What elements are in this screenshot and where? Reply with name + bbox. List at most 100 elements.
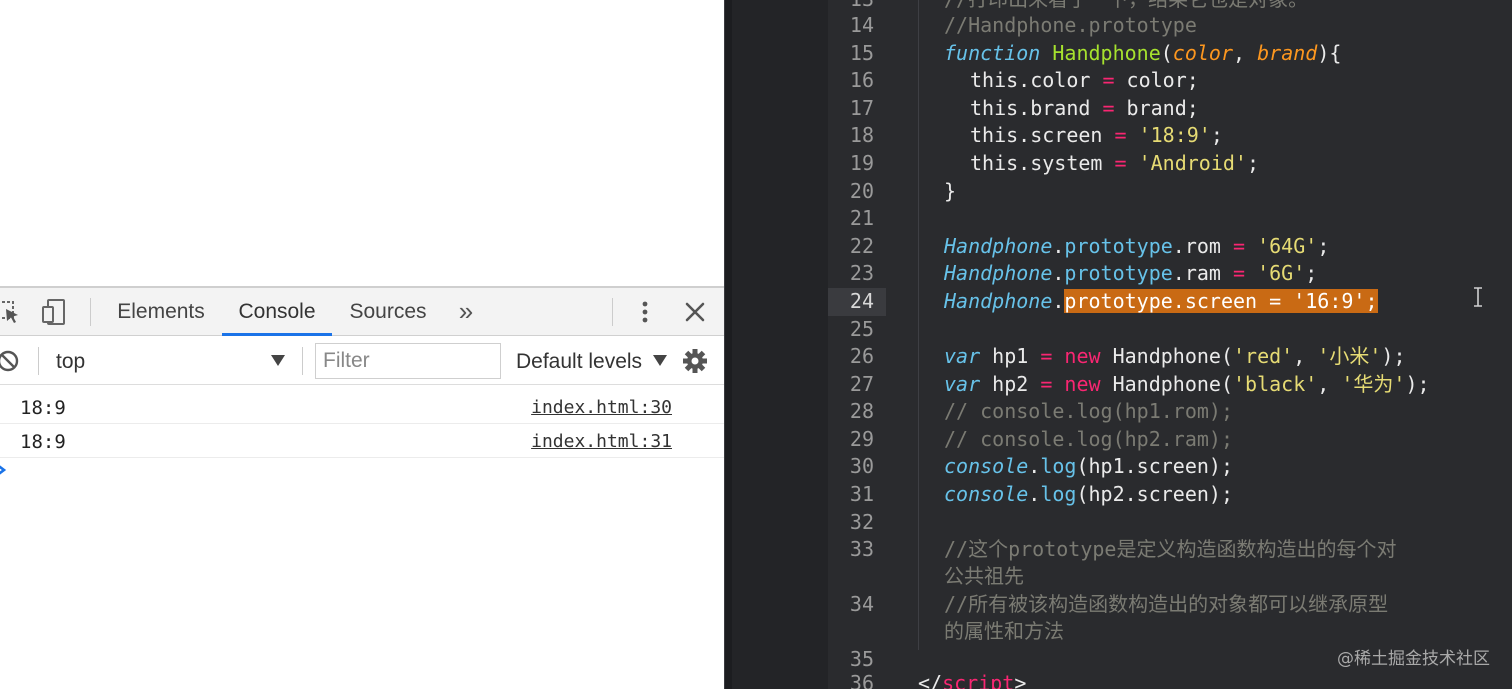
code-selection[interactable]: prototype.screen = '16:9'; bbox=[1064, 289, 1378, 313]
tab-elements[interactable]: Elements bbox=[106, 288, 216, 336]
line-number: 29 bbox=[849, 427, 874, 451]
code-line: this.color = color; bbox=[970, 67, 1199, 94]
clear-console-icon[interactable] bbox=[0, 347, 22, 375]
filter-input[interactable] bbox=[315, 343, 501, 379]
code-punct: } bbox=[944, 179, 957, 203]
code-punct: . bbox=[1028, 454, 1041, 478]
code-keyword-new: new bbox=[1064, 372, 1101, 396]
code-line: } bbox=[944, 178, 956, 205]
code-object: console bbox=[944, 482, 1029, 506]
devtools-panel: Elements Console Sources » top Filter De… bbox=[0, 286, 724, 689]
console-source-link[interactable]: index.html:31 bbox=[531, 424, 672, 460]
code-line: var hp2 = new Handphone('black', '华为'); bbox=[944, 371, 1430, 398]
kebab-menu-icon[interactable] bbox=[634, 298, 656, 326]
line-number: 25 bbox=[849, 317, 874, 341]
line-number: 26 bbox=[849, 344, 874, 368]
code-text: hp2 bbox=[980, 372, 1029, 396]
console-message-text: 18:9 bbox=[20, 397, 66, 419]
code-keyword-new: new bbox=[1064, 344, 1101, 368]
code-punct: </ bbox=[918, 671, 943, 689]
code-line-wrap: 的属性和方法 bbox=[944, 618, 1064, 645]
code-punct: ; bbox=[1210, 123, 1223, 147]
watermark: @稀土掘金技术社区 bbox=[1337, 649, 1490, 669]
code-comment: //Handphone.prototype bbox=[944, 13, 1197, 37]
code-operator: = bbox=[1028, 344, 1065, 368]
code-line: this.screen = '18:9'; bbox=[970, 122, 1223, 149]
code-string: '华为' bbox=[1341, 372, 1406, 396]
code-text: .rom bbox=[1172, 234, 1221, 258]
more-tabs-button[interactable]: » bbox=[450, 288, 482, 336]
tab-console[interactable]: Console bbox=[222, 288, 332, 336]
inspect-element-icon[interactable] bbox=[0, 298, 22, 326]
close-icon[interactable] bbox=[682, 298, 708, 326]
console-prompt-chevron-icon[interactable] bbox=[0, 462, 8, 478]
tab-sources[interactable]: Sources bbox=[336, 288, 440, 336]
code-text: color; bbox=[1126, 68, 1199, 92]
code-line: </script> bbox=[918, 670, 1026, 689]
code-line: console.log(hp2.screen); bbox=[944, 481, 1233, 508]
line-number: 35 bbox=[849, 647, 874, 671]
code-punct: , bbox=[1317, 372, 1342, 396]
code-operator: = bbox=[1220, 234, 1258, 258]
console-source-link[interactable]: index.html:30 bbox=[531, 390, 672, 426]
code-text: (hp2.screen); bbox=[1076, 482, 1234, 506]
code-operator: = bbox=[1220, 261, 1258, 285]
code-line: // console.log(hp1.rom); bbox=[944, 398, 1233, 425]
toolbar-separator bbox=[612, 298, 613, 326]
code-object: Handphone bbox=[944, 261, 1053, 285]
console-message-row: 18:9 index.html:31 bbox=[0, 424, 724, 458]
code-string: 'Android' bbox=[1138, 151, 1247, 175]
code-operator: = bbox=[1090, 68, 1127, 92]
console-message-text: 18:9 bbox=[20, 431, 66, 453]
code-method: log bbox=[1040, 482, 1077, 506]
code-line: //这个prototype是定义构造函数构造出的每个对 bbox=[944, 536, 1396, 563]
browser-pane: Elements Console Sources » top Filter De… bbox=[0, 0, 724, 689]
console-output: 18:9 index.html:30 18:9 index.html:31 bbox=[0, 386, 724, 689]
code-comment: //打印出来看了一下，结果它也是对象。 bbox=[944, 0, 1308, 11]
chevron-down-icon[interactable] bbox=[268, 350, 288, 370]
code-property: prototype bbox=[1064, 234, 1173, 258]
code-string: '6G' bbox=[1257, 261, 1306, 285]
code-comment: 的属性和方法 bbox=[944, 619, 1064, 643]
context-selector[interactable]: top bbox=[56, 337, 85, 385]
code-object: Handphone bbox=[944, 289, 1053, 313]
code-line: //所有被该构造函数构造出的对象都可以继承原型 bbox=[944, 591, 1388, 618]
code-comment: // console.log(hp2.ram); bbox=[944, 427, 1233, 451]
pane-divider[interactable] bbox=[724, 0, 732, 689]
code-punct: ; bbox=[1305, 261, 1318, 285]
line-number: 28 bbox=[849, 399, 874, 423]
text-cursor-icon bbox=[1470, 286, 1486, 308]
indent-guide bbox=[918, 0, 919, 650]
page-viewport[interactable] bbox=[0, 0, 724, 286]
code-object: console bbox=[944, 454, 1029, 478]
log-levels-dropdown[interactable]: Default levels bbox=[516, 337, 642, 385]
code-text: this.system bbox=[970, 151, 1103, 175]
code-comment: //所有被该构造函数构造出的对象都可以继承原型 bbox=[944, 592, 1389, 616]
code-punct: . bbox=[1052, 289, 1065, 313]
code-line: var hp1 = new Handphone('red', '小米'); bbox=[944, 343, 1406, 370]
gear-icon[interactable] bbox=[682, 347, 708, 375]
device-toolbar-icon[interactable] bbox=[42, 298, 68, 326]
code-operator: = bbox=[1102, 123, 1139, 147]
chevron-down-icon[interactable] bbox=[650, 350, 670, 370]
code-text: .ram bbox=[1172, 261, 1221, 285]
code-string: '64G' bbox=[1257, 234, 1318, 258]
code-punct: ; bbox=[1317, 234, 1330, 258]
code-line-active: Handphone.prototype.screen = '16:9'; bbox=[944, 288, 1378, 315]
line-number: 32 bbox=[849, 510, 874, 534]
line-number: 27 bbox=[849, 372, 874, 396]
line-number-active: 24 bbox=[849, 289, 874, 313]
code-line: this.system = 'Android'; bbox=[970, 150, 1259, 177]
code-string: '18:9' bbox=[1138, 123, 1211, 147]
code-text: this.screen bbox=[970, 123, 1103, 147]
code-text: Handphone( bbox=[1100, 344, 1233, 368]
line-number: 18 bbox=[849, 123, 874, 147]
code-text: Handphone( bbox=[1100, 372, 1233, 396]
line-number: 14 bbox=[849, 13, 874, 37]
code-editor[interactable]: 13 14 15 16 17 18 19 20 21 22 23 24 25 2… bbox=[732, 0, 1512, 689]
code-text: brand; bbox=[1126, 96, 1199, 120]
code-punct: . bbox=[1052, 234, 1065, 258]
line-number: 16 bbox=[849, 68, 874, 92]
toolbar-separator bbox=[302, 347, 303, 375]
code-punct: ( bbox=[1160, 41, 1173, 65]
